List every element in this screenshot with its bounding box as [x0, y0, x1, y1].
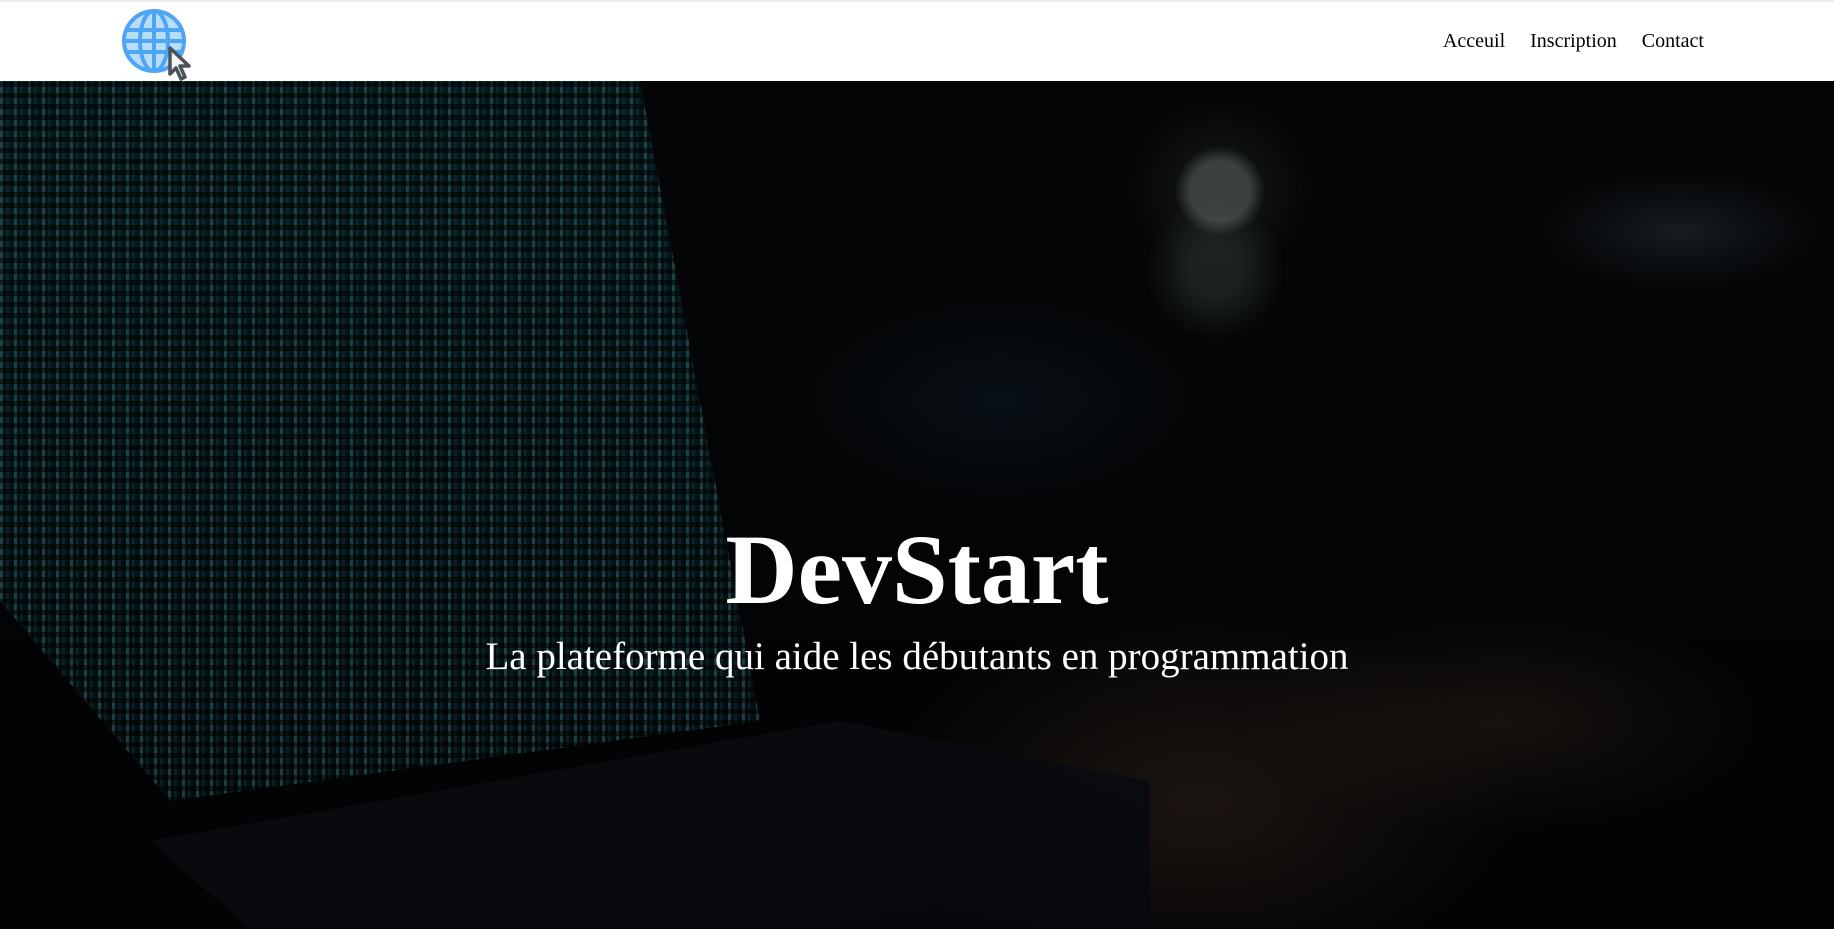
nav-acceuil[interactable]: Acceuil	[1443, 30, 1505, 53]
logo-link[interactable]	[120, 8, 196, 82]
nav-inscription[interactable]: Inscription	[1530, 30, 1617, 53]
site-header: Acceuil Inscription Contact	[0, 2, 1834, 81]
hero-overlay	[0, 81, 1834, 929]
nav-contact[interactable]: Contact	[1642, 30, 1704, 53]
globe-cursor-icon	[122, 9, 191, 81]
hero-banner: DevStart La plateforme qui aide les débu…	[0, 81, 1834, 929]
hero-title: DevStart	[725, 514, 1109, 625]
main-nav: Acceuil Inscription Contact	[1443, 30, 1704, 53]
hero-subtitle: La plateforme qui aide les débutants en …	[485, 635, 1349, 678]
